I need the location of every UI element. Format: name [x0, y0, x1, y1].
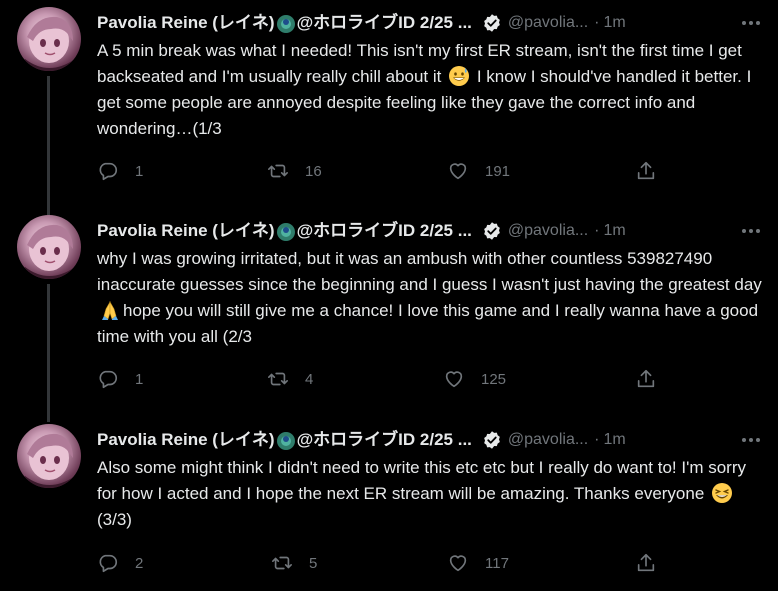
- display-name-suffix[interactable]: @ホロライブID 2/25 ...: [297, 12, 472, 34]
- verified-badge-icon: [484, 14, 500, 32]
- display-name[interactable]: Pavolia Reine (レイネ) @ホロライブID 2/25 ...: [97, 12, 472, 34]
- reply-count: 2: [135, 554, 144, 572]
- time-separator: ·: [594, 431, 600, 448]
- share-button[interactable]: [635, 552, 657, 574]
- like-button[interactable]: 117: [447, 552, 509, 574]
- time-separator: ·: [594, 222, 600, 239]
- reply-count: 1: [135, 370, 144, 388]
- tweet-text: A 5 min break was what I needed! This is…: [97, 38, 767, 142]
- reply-button[interactable]: 1: [97, 368, 143, 390]
- tweet-text: Also some might think I didn't need to w…: [97, 455, 767, 533]
- tweet-text-part: why I was growing irritated, but it was …: [97, 249, 762, 294]
- display-name-text[interactable]: Pavolia Reine (レイネ): [97, 12, 275, 34]
- verified-badge-icon: [484, 431, 500, 449]
- reply-icon: [99, 162, 118, 181]
- time-separator: ·: [594, 14, 600, 31]
- reply-count: 1: [135, 162, 144, 180]
- timestamp[interactable]: 1m: [604, 12, 626, 34]
- retweet-count: 5: [309, 554, 318, 572]
- retweet-count: 16: [305, 162, 322, 180]
- tweet-text-part: hope you will still give me a chance! I …: [97, 301, 759, 346]
- display-name-text[interactable]: Pavolia Reine (レイネ): [97, 220, 275, 242]
- share-icon: [637, 161, 655, 180]
- display-name-text[interactable]: Pavolia Reine (レイネ): [97, 429, 275, 451]
- heart-icon: [449, 555, 467, 572]
- handle[interactable]: @pavolia...: [508, 12, 588, 34]
- tweet[interactable]: Pavolia Reine (レイネ) @ホロライブID 2/25 ... @p…: [0, 208, 778, 416]
- handle[interactable]: @pavolia...: [508, 429, 588, 451]
- like-button[interactable]: 125: [443, 368, 506, 390]
- timestamp[interactable]: 1m: [604, 220, 626, 242]
- reply-button[interactable]: 2: [97, 552, 143, 574]
- peacock-emoji-icon: [276, 15, 295, 33]
- retweet-button[interactable]: 5: [271, 552, 317, 574]
- timestamp[interactable]: 1m: [604, 429, 626, 451]
- display-name[interactable]: Pavolia Reine (レイネ) @ホロライブID 2/25 ...: [97, 429, 472, 451]
- display-name-suffix[interactable]: @ホロライブID 2/25 ...: [297, 220, 472, 242]
- heart-icon: [445, 371, 463, 388]
- share-icon: [637, 369, 655, 388]
- tweet-header: Pavolia Reine (レイネ) @ホロライブID 2/25 ... @p…: [97, 429, 626, 451]
- display-name-suffix[interactable]: @ホロライブID 2/25 ...: [297, 429, 472, 451]
- more-options-icon[interactable]: [740, 14, 762, 32]
- tweet-actions: 1 4 125: [97, 368, 697, 392]
- retweet-icon: [268, 372, 288, 386]
- reply-button[interactable]: 1: [97, 160, 143, 182]
- tweet-actions: 1 16 191: [97, 160, 697, 184]
- avatar[interactable]: [17, 424, 81, 488]
- display-name[interactable]: Pavolia Reine (レイネ) @ホロライブID 2/25 ...: [97, 220, 472, 242]
- retweet-icon: [272, 556, 292, 570]
- grinning-sweat-emoji-icon: [449, 66, 470, 86]
- retweet-button[interactable]: 16: [267, 160, 322, 182]
- tweet-text-part: Also some might think I didn't need to w…: [97, 458, 746, 503]
- reply-icon: [99, 370, 118, 389]
- heart-icon: [449, 163, 467, 180]
- retweet-icon: [268, 164, 288, 178]
- share-button[interactable]: [635, 368, 657, 390]
- share-icon: [637, 553, 655, 572]
- tweet-text: why I was growing irritated, but it was …: [97, 246, 767, 350]
- like-count: 191: [485, 162, 511, 180]
- avatar[interactable]: [17, 7, 81, 71]
- tweet-text-part: (3/3): [97, 510, 132, 529]
- retweet-count: 4: [305, 370, 314, 388]
- tweet-thread: Pavolia Reine (レイネ) @ホロライブID 2/25 ... @p…: [0, 0, 778, 591]
- tweet[interactable]: Pavolia Reine (レイネ) @ホロライブID 2/25 ... @p…: [0, 0, 778, 208]
- folded-hands-emoji-icon: [102, 300, 118, 320]
- like-button[interactable]: 191: [447, 160, 510, 182]
- like-count: 125: [481, 370, 507, 388]
- peacock-emoji-icon: [276, 432, 295, 450]
- tweet[interactable]: Pavolia Reine (レイネ) @ホロライブID 2/25 ... @p…: [0, 417, 778, 591]
- verified-badge-icon: [484, 222, 500, 240]
- peacock-emoji-icon: [276, 223, 295, 241]
- more-options-icon[interactable]: [740, 222, 762, 240]
- avatar[interactable]: [17, 215, 81, 279]
- reply-icon: [99, 554, 118, 573]
- like-count: 117: [485, 554, 509, 572]
- retweet-button[interactable]: 4: [267, 368, 313, 390]
- handle[interactable]: @pavolia...: [508, 220, 588, 242]
- more-options-icon[interactable]: [740, 431, 762, 449]
- tweet-actions: 2 5 117: [97, 552, 697, 576]
- share-button[interactable]: [635, 160, 657, 182]
- laughing-emoji-icon: [712, 483, 733, 503]
- tweet-header: Pavolia Reine (レイネ) @ホロライブID 2/25 ... @p…: [97, 12, 626, 34]
- tweet-header: Pavolia Reine (レイネ) @ホロライブID 2/25 ... @p…: [97, 220, 626, 242]
